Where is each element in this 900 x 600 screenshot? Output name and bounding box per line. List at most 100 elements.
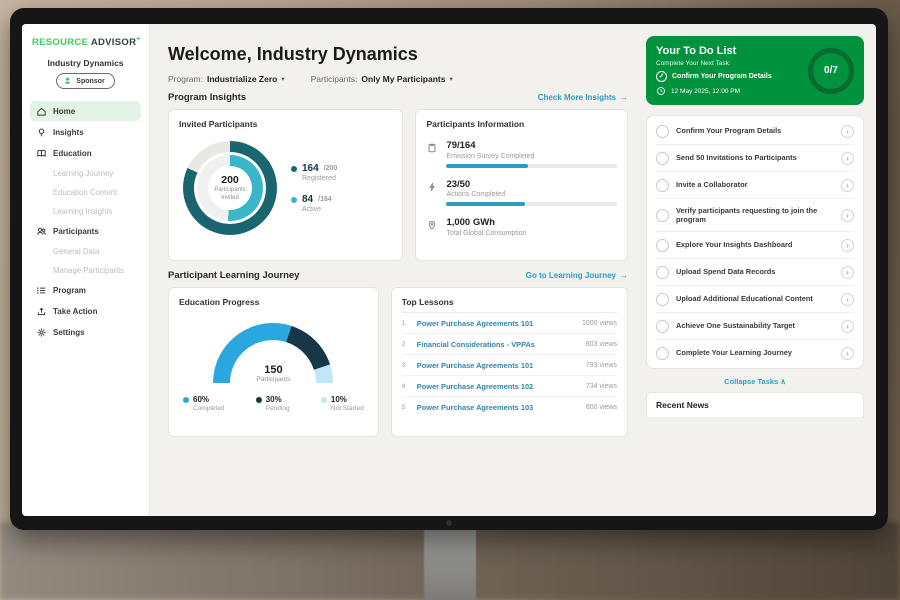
stat-value: 79/164: [446, 140, 617, 151]
lesson-rank: 5: [402, 404, 410, 411]
sidebar-item-take-action[interactable]: Take Action: [30, 301, 141, 321]
chevron-down-icon: ▾: [281, 75, 284, 83]
logo-plus: +: [136, 36, 140, 43]
legend-dot: [321, 397, 327, 403]
program-filter-value: Industrialize Zero: [207, 74, 277, 84]
sidebar-item-education-content[interactable]: Education Content: [30, 183, 141, 201]
program-filter-dropdown[interactable]: Program: Industrialize Zero ▾: [168, 74, 285, 84]
chevron-right-icon[interactable]: ›: [841, 152, 854, 165]
chevron-down-icon: ▾: [449, 75, 452, 83]
legend-item-registered: 164 /200 Registered: [291, 163, 337, 182]
chevron-up-icon: ∧: [780, 377, 786, 386]
task-row[interactable]: Confirm Your Program Details ›: [656, 118, 854, 145]
lesson-link[interactable]: Power Purchase Agreements 102: [417, 382, 579, 391]
task-row[interactable]: Invite a Collaborator ›: [656, 172, 854, 199]
education-gauge-chart: 150 Participants: [213, 323, 333, 383]
task-row[interactable]: Verify participants requesting to join t…: [656, 199, 854, 232]
education-progress-card: Education Progress 150 Participants 60: [168, 287, 379, 437]
chevron-right-icon[interactable]: ›: [841, 179, 854, 192]
top-lessons-card: Top Lessons 1 Power Purchase Agreements …: [391, 287, 628, 437]
task-row[interactable]: Explore Your Insights Dashboard ›: [656, 232, 854, 259]
filter-bar: Program: Industrialize Zero ▾ Participan…: [168, 74, 628, 84]
sidebar-item-general-data[interactable]: General Data: [30, 242, 141, 260]
sponsor-badge: Sponsor: [56, 73, 114, 89]
chevron-right-icon[interactable]: ›: [841, 266, 854, 279]
stat-emission-survey: 79/164 Emission Survey Completed: [426, 140, 617, 168]
progress-fill: [446, 202, 524, 206]
home-icon: [36, 106, 47, 117]
sidebar-item-learning-insights[interactable]: Learning Insights: [30, 202, 141, 220]
lesson-link[interactable]: Financial Considerations - VPPAs: [417, 340, 579, 349]
stat-value: 23/50: [446, 179, 617, 190]
lesson-row[interactable]: 2 Financial Considerations - VPPAs 803 v…: [402, 334, 617, 355]
sidebar-item-participants[interactable]: Participants: [30, 221, 141, 241]
section-title: Program Insights: [168, 92, 246, 103]
participants-filter-dropdown[interactable]: Participants: Only My Participants ▾: [311, 74, 453, 84]
sidebar-item-label: Participants: [53, 227, 99, 236]
task-checkbox[interactable]: [656, 209, 669, 222]
chevron-right-icon[interactable]: ›: [841, 125, 854, 138]
go-to-learning-journey-link[interactable]: Go to Learning Journey →: [526, 271, 628, 280]
chevron-right-icon[interactable]: ›: [841, 347, 854, 360]
task-row[interactable]: Complete Your Learning Journey ›: [656, 340, 854, 366]
legend-dot: [291, 197, 297, 203]
chevron-right-icon[interactable]: ›: [841, 293, 854, 306]
location-pin-icon: [426, 218, 438, 230]
task-checkbox[interactable]: [656, 266, 669, 279]
photo-background: RESOURCE ADVISOR+ Industry Dynamics Spon…: [0, 0, 900, 600]
task-checkbox[interactable]: [656, 320, 669, 333]
lesson-row[interactable]: 1 Power Purchase Agreements 101 1000 vie…: [402, 313, 617, 334]
donut-center-label: Participants Invited: [208, 187, 252, 202]
sidebar-item-home[interactable]: Home: [30, 101, 141, 121]
lesson-rank: 3: [402, 362, 410, 369]
sidebar-item-insights[interactable]: Insights: [30, 122, 141, 142]
sidebar: RESOURCE ADVISOR+ Industry Dynamics Spon…: [22, 24, 150, 516]
chevron-right-icon[interactable]: ›: [841, 209, 854, 222]
sponsor-badge-label: Sponsor: [76, 78, 104, 85]
legend-value: 164: [302, 163, 319, 174]
sidebar-item-manage-participants[interactable]: Manage Participants: [30, 261, 141, 279]
sidebar-item-education[interactable]: Education: [30, 143, 141, 163]
task-row[interactable]: Upload Additional Educational Content ›: [656, 286, 854, 313]
card-title: Education Progress: [179, 297, 368, 307]
participants-filter-label: Participants:: [311, 74, 358, 84]
sidebar-item-label: Learning Insights: [53, 207, 112, 216]
task-checkbox[interactable]: [656, 125, 669, 138]
lesson-link[interactable]: Power Purchase Agreements 103: [417, 403, 579, 412]
task-checkbox[interactable]: [656, 347, 669, 360]
task-checkbox[interactable]: [656, 239, 669, 252]
lesson-link[interactable]: Power Purchase Agreements 101: [417, 361, 579, 370]
check-more-insights-link[interactable]: Check More Insights →: [538, 93, 628, 102]
progress-fill: [446, 164, 528, 168]
link-label: Go to Learning Journey: [526, 271, 616, 280]
sidebar-item-settings[interactable]: Settings: [30, 322, 141, 342]
task-label: Invite a Collaborator: [676, 180, 834, 190]
lesson-row[interactable]: 4 Power Purchase Agreements 102 734 view…: [402, 376, 617, 397]
task-row[interactable]: Upload Spend Data Records ›: [656, 259, 854, 286]
task-label: Explore Your Insights Dashboard: [676, 240, 834, 250]
people-icon: [36, 226, 47, 237]
todo-next-task: ✓ Confirm Your Program Details: [656, 71, 800, 82]
lesson-row[interactable]: 5 Power Purchase Agreements 103 600 view…: [402, 397, 617, 417]
sidebar-item-program[interactable]: Program: [30, 280, 141, 300]
task-row[interactable]: Send 50 Invitations to Participants ›: [656, 145, 854, 172]
lesson-link[interactable]: Power Purchase Agreements 101: [417, 319, 575, 328]
legend-label: Not Started: [331, 405, 364, 412]
chevron-right-icon[interactable]: ›: [841, 320, 854, 333]
sidebar-item-learning-journey[interactable]: Learning Journey: [30, 164, 141, 182]
participants-filter-value: Only My Participants: [361, 74, 445, 84]
lesson-row[interactable]: 3 Power Purchase Agreements 101 793 view…: [402, 355, 617, 376]
collapse-tasks-link[interactable]: Collapse Tasks ∧: [646, 369, 864, 392]
chevron-right-icon[interactable]: ›: [841, 239, 854, 252]
legend-dot: [183, 397, 189, 403]
card-title: Top Lessons: [402, 297, 617, 313]
task-checkbox[interactable]: [656, 152, 669, 165]
sponsor-person-icon: [63, 76, 72, 87]
task-row[interactable]: Achieve One Sustainability Target ›: [656, 313, 854, 340]
sidebar-item-label: Learning Journey: [53, 169, 113, 178]
action-arrow-icon: [36, 306, 47, 317]
donut-center: 200 Participants Invited: [208, 166, 252, 210]
task-checkbox[interactable]: [656, 179, 669, 192]
sidebar-item-label: Insights: [53, 128, 84, 137]
task-checkbox[interactable]: [656, 293, 669, 306]
